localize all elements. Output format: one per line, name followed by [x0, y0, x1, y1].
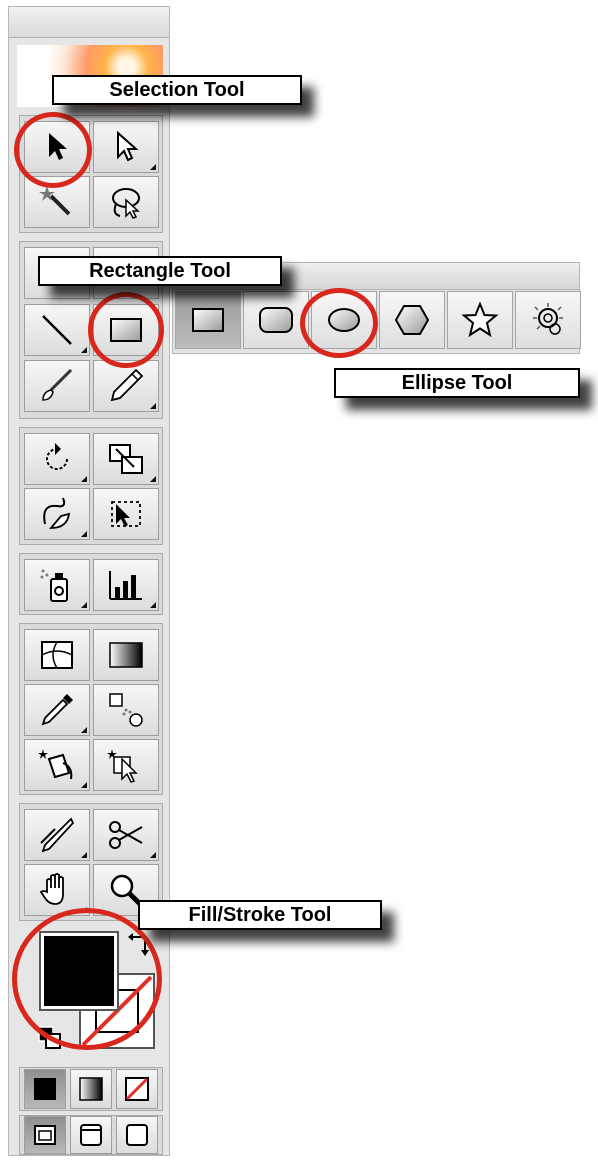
color-mode-button[interactable] — [24, 1069, 66, 1109]
warp-icon — [43, 497, 71, 529]
live-paint-bucket-icon — [38, 749, 73, 780]
scale-icon — [109, 444, 143, 474]
magic-wand-icon — [39, 186, 71, 216]
warp-tool[interactable] — [24, 488, 90, 540]
hand-icon — [39, 873, 64, 905]
tools-panel-title-bar[interactable] — [9, 7, 169, 38]
line-icon — [42, 315, 72, 345]
ellipse-tool-callout: Ellipse Tool — [334, 368, 580, 398]
gradient-mode-button[interactable] — [70, 1069, 112, 1109]
flyout-flare-tool[interactable] — [515, 291, 581, 349]
live-paint-selection-icon — [107, 749, 138, 783]
selection-tool-callout: Selection Tool — [52, 75, 302, 105]
screen-mode-group — [19, 1115, 163, 1155]
none-icon — [125, 1077, 149, 1101]
mesh-tool[interactable] — [24, 629, 90, 681]
paintbrush-icon — [42, 368, 73, 401]
direct-selection-tool[interactable] — [93, 121, 159, 173]
slice-icon — [40, 817, 75, 853]
lasso-icon — [112, 188, 140, 219]
rectangle-tool-highlight — [88, 292, 164, 368]
rotate-icon — [46, 443, 68, 470]
rounded-rectangle-icon — [259, 307, 293, 333]
pencil-icon — [110, 368, 144, 402]
symbol-graph-tool-group — [19, 553, 163, 615]
transform-tool-group — [19, 427, 163, 545]
symbol-sprayer-tool[interactable] — [24, 559, 90, 611]
direct-selection-arrow-icon — [117, 130, 139, 162]
gradient-icon — [109, 642, 143, 668]
slice-tool[interactable] — [24, 809, 90, 861]
standard-screen-mode-button[interactable] — [24, 1116, 66, 1154]
full-screen-icon — [126, 1124, 148, 1146]
blend-icon — [109, 693, 143, 727]
scissors-icon — [109, 821, 143, 849]
full-screen-menu-icon — [80, 1124, 102, 1146]
live-paint-bucket-tool[interactable] — [24, 739, 90, 791]
flyout-rectangle-tool[interactable] — [175, 291, 241, 349]
eyedropper-tool[interactable] — [24, 684, 90, 736]
full-screen-mode-button[interactable] — [116, 1116, 158, 1154]
scale-tool[interactable] — [93, 433, 159, 485]
star-icon — [461, 301, 499, 338]
line-segment-tool[interactable] — [24, 304, 90, 356]
mesh-icon — [41, 641, 73, 669]
color-mode-group — [19, 1067, 163, 1111]
symbol-sprayer-icon — [40, 569, 68, 602]
gradient-swatch-icon — [79, 1077, 103, 1101]
ellipse-tool-highlight — [300, 288, 378, 358]
selection-tool-highlight — [14, 112, 92, 188]
scissors-tool[interactable] — [93, 809, 159, 861]
column-graph-icon — [109, 571, 142, 600]
solid-color-icon — [34, 1078, 56, 1100]
paintbrush-tool[interactable] — [24, 360, 90, 412]
paint-tool-group — [19, 623, 163, 795]
eyedropper-icon — [41, 694, 73, 726]
flyout-star-tool[interactable] — [447, 291, 513, 349]
polygon-icon — [394, 305, 430, 335]
blend-tool[interactable] — [93, 684, 159, 736]
gradient-tool[interactable] — [93, 629, 159, 681]
rectangle-tool-callout: Rectangle Tool — [38, 256, 282, 286]
flare-icon — [533, 303, 563, 335]
fill-stroke-tool-callout: Fill/Stroke Tool — [138, 900, 382, 930]
free-transform-icon — [111, 501, 141, 527]
rotate-tool[interactable] — [24, 433, 90, 485]
flyout-polygon-tool[interactable] — [379, 291, 445, 349]
full-screen-menu-mode-button[interactable] — [70, 1116, 112, 1154]
live-paint-selection-tool[interactable] — [93, 739, 159, 791]
rectangle-icon — [192, 308, 224, 332]
none-mode-button[interactable] — [116, 1069, 158, 1109]
lasso-tool[interactable] — [93, 176, 159, 228]
standard-screen-icon — [34, 1125, 56, 1145]
column-graph-tool[interactable] — [93, 559, 159, 611]
free-transform-tool[interactable] — [93, 488, 159, 540]
